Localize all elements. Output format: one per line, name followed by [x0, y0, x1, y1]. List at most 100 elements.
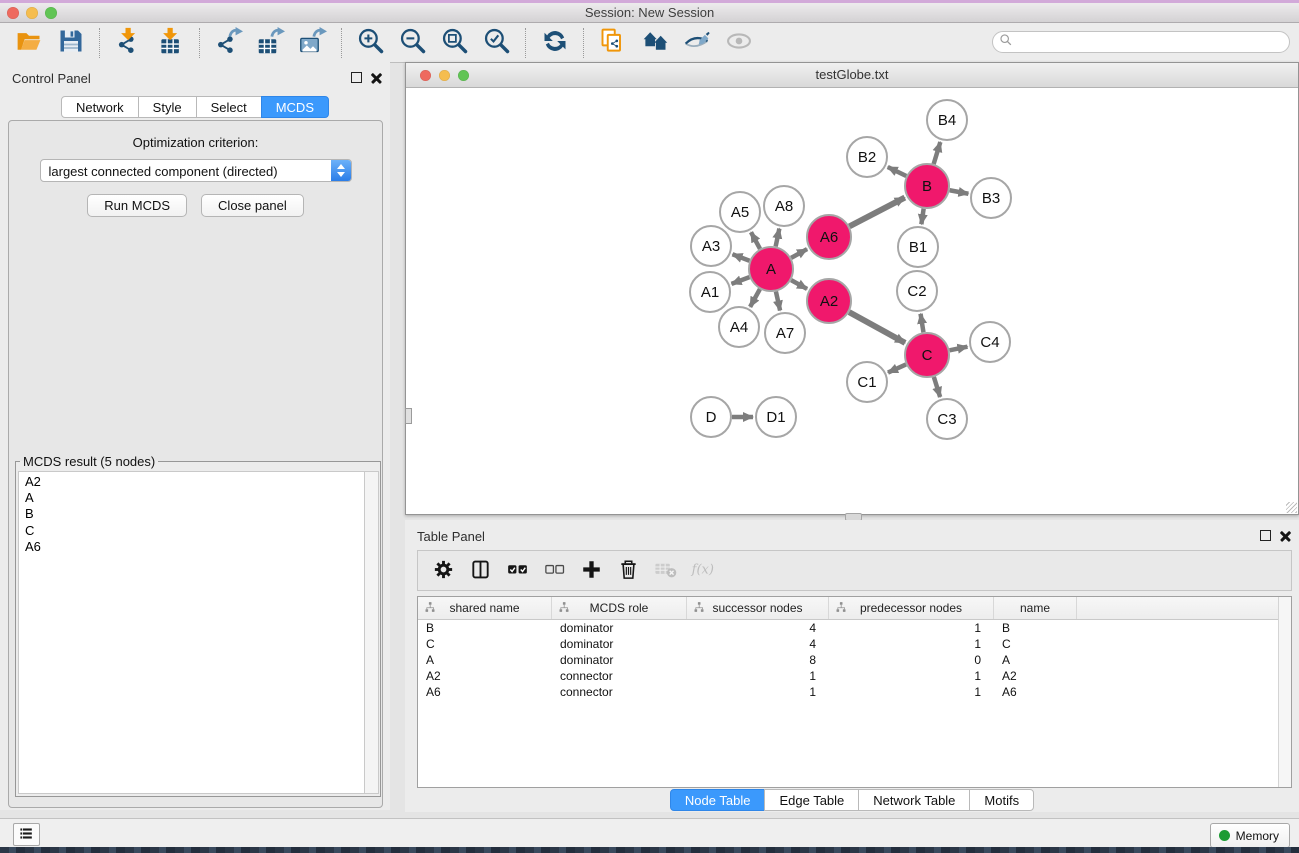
- import-network-button[interactable]: [108, 26, 150, 60]
- graph-node-A8[interactable]: A8: [764, 186, 804, 226]
- graph-edge-B-B3[interactable]: [950, 190, 969, 194]
- graph-edge-A2-C[interactable]: [849, 312, 905, 343]
- table-row[interactable]: Bdominator41B: [418, 620, 1291, 636]
- mcds-result-list[interactable]: A2ABCA6: [18, 471, 365, 794]
- result-list-item[interactable]: C: [25, 523, 364, 539]
- result-list-item[interactable]: B: [25, 506, 364, 522]
- graph-edge-A-A2[interactable]: [791, 280, 807, 289]
- graph-node-C2[interactable]: C2: [897, 271, 937, 311]
- graph-node-D1[interactable]: D1: [756, 397, 796, 437]
- hide-selected-button[interactable]: [676, 26, 718, 60]
- table-row[interactable]: Adominator80A: [418, 652, 1291, 668]
- close-table-panel-icon[interactable]: [1280, 530, 1291, 541]
- graph-node-C3[interactable]: C3: [927, 399, 967, 439]
- tab-select[interactable]: Select: [196, 96, 262, 118]
- graph-node-B[interactable]: B: [905, 164, 949, 208]
- tab-edge-table[interactable]: Edge Table: [764, 789, 859, 811]
- duplicate-network-button[interactable]: [592, 26, 634, 60]
- deselect-all-button[interactable]: [543, 556, 566, 586]
- result-list-item[interactable]: A2: [25, 474, 364, 490]
- graph-node-A4[interactable]: A4: [719, 307, 759, 347]
- network-canvas[interactable]: B4 B2 B B3 A5A8A6 A3 A B1 A1 A2 C2 A4A7 C4 C C1 D D1 C3: [406, 88, 1298, 514]
- window-resize-grip[interactable]: [1286, 502, 1297, 513]
- graph-edge-C-C2[interactable]: [921, 314, 924, 333]
- graph-node-A3[interactable]: A3: [691, 226, 731, 266]
- column-header-mcds-role[interactable]: MCDS role: [552, 597, 687, 619]
- graph-edge-B-B4[interactable]: [934, 142, 941, 164]
- tab-motifs[interactable]: Motifs: [969, 789, 1034, 811]
- graph-node-A6[interactable]: A6: [807, 215, 851, 259]
- graph-node-B1[interactable]: B1: [898, 227, 938, 267]
- tab-node-table[interactable]: Node Table: [670, 789, 766, 811]
- column-visibility-button[interactable]: [469, 556, 492, 586]
- float-table-panel-icon[interactable]: [1260, 530, 1271, 541]
- graph-edge-A-A1[interactable]: [732, 277, 750, 284]
- vertical-splitter-grip[interactable]: [405, 408, 412, 424]
- export-image-button[interactable]: [292, 26, 334, 60]
- table-settings-button[interactable]: [432, 556, 455, 586]
- graph-edge-A-A3[interactable]: [732, 254, 749, 261]
- search-field[interactable]: [992, 31, 1290, 53]
- task-history-button[interactable]: [13, 823, 40, 846]
- graph-edge-A-A4[interactable]: [750, 289, 760, 307]
- result-list-item[interactable]: A6: [25, 539, 364, 555]
- graph-node-A1[interactable]: A1: [690, 272, 730, 312]
- graph-node-C[interactable]: C: [905, 333, 949, 377]
- column-header-shared-name[interactable]: shared name: [418, 597, 552, 619]
- add-column-button[interactable]: [580, 556, 603, 586]
- search-input[interactable]: [1013, 34, 1289, 50]
- close-panel-button[interactable]: Close panel: [201, 194, 304, 217]
- graph-node-A7[interactable]: A7: [765, 313, 805, 353]
- graph-node-A5[interactable]: A5: [720, 192, 760, 232]
- table-row[interactable]: A6connector11A6: [418, 684, 1291, 700]
- tab-network[interactable]: Network: [61, 96, 139, 118]
- apply-layout-button[interactable]: [534, 26, 576, 60]
- result-list-scrollbar[interactable]: [364, 471, 379, 794]
- first-neighbors-button[interactable]: [634, 26, 676, 60]
- table-row[interactable]: A2connector11A2: [418, 668, 1291, 684]
- tab-mcds[interactable]: MCDS: [261, 96, 329, 118]
- graph-node-A[interactable]: A: [749, 247, 793, 291]
- graph-node-B4[interactable]: B4: [927, 100, 967, 140]
- graph-edge-B-B1[interactable]: [921, 209, 923, 224]
- table-row[interactable]: Cdominator41C: [418, 636, 1291, 652]
- export-network-button[interactable]: [208, 26, 250, 60]
- graph-edge-C-C1[interactable]: [888, 364, 906, 372]
- graph-node-C1[interactable]: C1: [847, 362, 887, 402]
- graph-node-B3[interactable]: B3: [971, 178, 1011, 218]
- zoom-in-button[interactable]: [350, 26, 392, 60]
- zoom-fit-button[interactable]: [434, 26, 476, 60]
- optimization-criterion-select[interactable]: largest connected component (directed): [40, 159, 352, 182]
- graph-edge-A-A7[interactable]: [776, 291, 780, 310]
- graph-node-A2[interactable]: A2: [807, 279, 851, 323]
- open-session-button[interactable]: [8, 26, 50, 60]
- import-table-button[interactable]: [150, 26, 192, 60]
- zoom-out-button[interactable]: [392, 26, 434, 60]
- zoom-selected-button[interactable]: [476, 26, 518, 60]
- graph-edge-A-A5[interactable]: [751, 232, 760, 249]
- result-list-item[interactable]: A: [25, 490, 364, 506]
- run-mcds-button[interactable]: Run MCDS: [87, 194, 187, 217]
- tab-network-table[interactable]: Network Table: [858, 789, 970, 811]
- select-all-button[interactable]: [506, 556, 529, 586]
- table-scrollbar[interactable]: [1278, 597, 1291, 787]
- memory-button[interactable]: Memory: [1210, 823, 1290, 848]
- function-builder-button[interactable]: f(x): [691, 556, 717, 586]
- tab-style[interactable]: Style: [138, 96, 197, 118]
- graph-edge-A6-B[interactable]: [849, 198, 904, 227]
- float-panel-icon[interactable]: [351, 72, 362, 83]
- column-header-successor-nodes[interactable]: successor nodes: [687, 597, 829, 619]
- graph-edge-C-C4[interactable]: [950, 347, 968, 351]
- show-all-button[interactable]: [718, 26, 760, 60]
- graph-node-B2[interactable]: B2: [847, 137, 887, 177]
- delete-table-button[interactable]: [654, 556, 677, 586]
- graph-edge-A-A6[interactable]: [791, 249, 807, 258]
- graph-node-D[interactable]: D: [691, 397, 731, 437]
- column-header-name[interactable]: name: [994, 597, 1077, 619]
- column-header-predecessor-nodes[interactable]: predecessor nodes: [829, 597, 994, 619]
- save-session-button[interactable]: [50, 26, 92, 60]
- graph-edge-B-B2[interactable]: [888, 167, 907, 176]
- export-table-button[interactable]: [250, 26, 292, 60]
- graph-edge-A-A8[interactable]: [776, 229, 780, 247]
- graph-node-C4[interactable]: C4: [970, 322, 1010, 362]
